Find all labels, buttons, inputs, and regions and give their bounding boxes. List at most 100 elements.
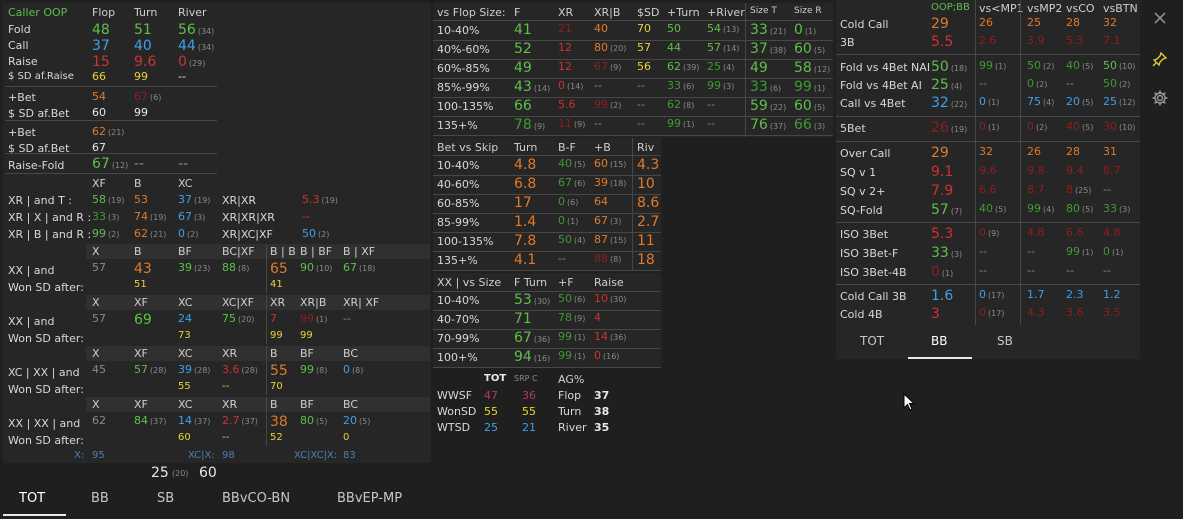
bottom-stat: 25 — [151, 465, 169, 481]
stat-value: 0 (6) — [558, 195, 578, 208]
column-header: +B — [594, 141, 611, 154]
stat-number: 37 — [92, 38, 110, 54]
tab-bb[interactable]: BB — [931, 334, 947, 348]
row-label: 60-85% — [437, 197, 480, 210]
column-header: B — [270, 347, 278, 360]
column-header: Raise — [594, 276, 624, 289]
stat-value: 39 (23) — [178, 261, 210, 274]
stat-number: 33 — [931, 245, 949, 261]
stat-number: 0 — [558, 79, 565, 92]
divider — [836, 116, 1140, 117]
stat-value: 53 (30) — [514, 292, 550, 308]
stat-value: 99 (2) — [92, 227, 119, 240]
stat-value: -- — [637, 117, 645, 130]
stat-number: 5.3 — [931, 226, 954, 242]
stat-number: 62 — [667, 98, 681, 111]
row-label: 10-40% — [437, 294, 480, 307]
stat-number: 5.5 — [931, 34, 954, 50]
row-label: WonSD — [437, 405, 477, 418]
stat-number: 66 — [514, 98, 532, 114]
stat-value: 71 — [514, 311, 532, 327]
stat-number: 21 — [522, 421, 536, 434]
stat-value: 50 (18) — [931, 59, 967, 75]
stat-number: 2.7 — [222, 414, 240, 427]
divider — [975, 0, 976, 325]
gear-icon[interactable] — [1151, 89, 1169, 111]
row-label: SQ v 1 — [840, 166, 877, 179]
row-label: ISO 3Bet-F — [840, 247, 899, 260]
stat-number: 55 — [522, 405, 536, 418]
stat-value: 4 — [594, 311, 601, 324]
stat-number: 67 — [594, 60, 608, 73]
stat-number: 1.6 — [931, 288, 954, 304]
sample-count: (12) — [1119, 98, 1136, 107]
column-header: B | BF — [300, 245, 333, 258]
tab-bbvco-bn[interactable]: BBvCO-BN — [222, 491, 290, 506]
stat-number: 99 — [558, 330, 572, 343]
stat-number: 4.3 — [637, 157, 660, 173]
tab-sb[interactable]: SB — [997, 334, 1013, 348]
tab-sb[interactable]: SB — [157, 491, 174, 506]
stat-value: -- — [979, 245, 987, 258]
sample-count: (2) — [1119, 80, 1131, 89]
stat-value: 6.6 — [1066, 226, 1084, 239]
divider — [266, 397, 267, 446]
stat-number: 50 — [931, 59, 949, 75]
stat-number: 33 — [92, 210, 106, 223]
stat-value: 14 (36) — [594, 330, 626, 343]
column-header: XC — [178, 177, 193, 190]
stat-number: 54 — [92, 90, 106, 103]
won-sd-value: 51 — [134, 279, 147, 290]
stat-value: 50 (2) — [302, 227, 329, 240]
sample-count: (9) — [574, 120, 586, 129]
sample-count: (3) — [610, 217, 622, 226]
stat-number: 9.1 — [931, 164, 954, 180]
divider — [433, 270, 661, 271]
sample-count: (21) — [150, 230, 167, 239]
stat-value: 40 — [134, 38, 152, 54]
sample-count: (37) — [769, 122, 787, 131]
pin-icon[interactable] — [1152, 51, 1168, 71]
column-header: River — [178, 6, 207, 19]
row-label: 5Bet — [840, 122, 866, 135]
sample-count: (5) — [995, 205, 1007, 214]
stat-value: 56 (34) — [178, 22, 214, 38]
sample-count: (5) — [316, 417, 328, 426]
column-header: BC|XF — [222, 245, 255, 258]
stat-number: 10 — [594, 292, 608, 305]
sample-count: (9) — [574, 314, 586, 323]
column-header: Size R — [794, 6, 822, 16]
tab-bbvep-mp[interactable]: BBvEP-MP — [337, 491, 402, 506]
stat-number: 37 — [750, 41, 768, 57]
row-label: 100+% — [437, 351, 478, 364]
stat-value: 32 — [979, 145, 993, 158]
tab-tot[interactable]: TOT — [860, 334, 884, 348]
divider — [433, 367, 661, 368]
sample-count: (34) — [197, 43, 215, 52]
stat-number: 58 — [92, 193, 106, 206]
row-label: XC | XX | and — [8, 366, 80, 379]
stat-number: 4.1 — [514, 252, 537, 268]
stat-value: 7.9 — [931, 183, 953, 199]
column-header: XR — [270, 296, 286, 309]
row-label: Call — [8, 39, 29, 52]
stat-number: -- — [637, 117, 645, 130]
stat-value: 2.3 — [1066, 288, 1084, 301]
stat-number: 99 — [300, 312, 314, 325]
stat-value: 0 (1) — [979, 120, 999, 133]
close-icon[interactable] — [1153, 10, 1167, 29]
row-label: SQ-Fold — [840, 204, 883, 217]
divider — [433, 232, 661, 233]
won-sd-value: 99 — [300, 330, 313, 341]
sample-count: (19) — [950, 125, 968, 134]
stat-number: 40 — [1066, 120, 1080, 133]
stat-value: 1.4 — [514, 214, 536, 230]
stat-value: 78 (9) — [514, 117, 545, 133]
tab-tot[interactable]: TOT — [19, 491, 45, 506]
stat-number: 99 — [1066, 245, 1080, 258]
tab-bb[interactable]: BB — [91, 491, 109, 506]
stat-number: 38 — [594, 405, 610, 418]
row-label: XX | and — [8, 315, 55, 328]
stat-value: 40 — [594, 22, 608, 35]
stat-value: 39 (18) — [594, 176, 626, 189]
